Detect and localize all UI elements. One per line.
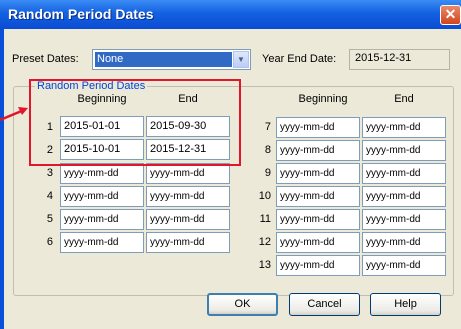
end-date-field[interactable]: yyyy-mm-dd xyxy=(362,255,446,276)
beginning-date-field[interactable]: yyyy-mm-dd xyxy=(276,117,360,138)
beginning-date-field[interactable]: yyyy-mm-dd xyxy=(276,255,360,276)
row-number: 5 xyxy=(46,213,53,225)
end-date-field[interactable]: yyyy-mm-dd xyxy=(362,232,446,253)
end-date-field[interactable]: yyyy-mm-dd xyxy=(146,186,230,207)
chevron-down-icon[interactable]: ▼ xyxy=(233,51,249,68)
annotation-highlight-box xyxy=(29,79,241,166)
close-button[interactable]: ✕ xyxy=(440,5,461,25)
year-end-label: Year End Date: xyxy=(262,53,337,65)
preset-dates-value: None xyxy=(95,52,232,67)
end-date-field[interactable]: yyyy-mm-dd xyxy=(362,140,446,161)
end-date-field[interactable]: yyyy-mm-dd xyxy=(362,163,446,184)
row-number: 11 xyxy=(259,213,271,225)
dialog-body: Preset Dates: None ▼ Year End Date: 2015… xyxy=(4,29,461,329)
annotation-arrow-icon xyxy=(0,107,28,122)
end-date-field[interactable]: yyyy-mm-dd xyxy=(362,117,446,138)
row-number: 10 xyxy=(258,190,271,202)
row-number: 13 xyxy=(258,259,271,271)
preset-dates-label: Preset Dates: xyxy=(12,53,79,65)
row-number: 7 xyxy=(264,121,271,133)
beginning-date-field[interactable]: yyyy-mm-dd xyxy=(276,232,360,253)
end-date-field[interactable]: yyyy-mm-dd xyxy=(146,209,230,230)
row-number: 3 xyxy=(46,167,53,179)
row-number: 4 xyxy=(46,190,53,202)
row-number: 9 xyxy=(264,167,271,179)
right-beginning-header: Beginning xyxy=(298,93,348,105)
title-bar[interactable]: Random Period Dates ✕ xyxy=(0,0,461,29)
beginning-date-field[interactable]: yyyy-mm-dd xyxy=(60,209,144,230)
beginning-date-field[interactable]: yyyy-mm-dd xyxy=(276,186,360,207)
dialog-window: Random Period Dates ✕ Preset Dates: None… xyxy=(0,0,461,329)
help-button[interactable]: Help xyxy=(370,293,441,316)
end-date-field[interactable]: yyyy-mm-dd xyxy=(362,209,446,230)
window-title: Random Period Dates xyxy=(8,6,154,22)
cancel-button[interactable]: Cancel xyxy=(289,293,360,316)
beginning-date-field[interactable]: yyyy-mm-dd xyxy=(60,232,144,253)
beginning-date-field[interactable]: yyyy-mm-dd xyxy=(276,209,360,230)
ok-button[interactable]: OK xyxy=(207,293,278,316)
close-icon: ✕ xyxy=(444,6,457,22)
year-end-field: 2015-12-31 xyxy=(349,49,450,70)
row-number: 6 xyxy=(46,236,53,248)
end-date-field[interactable]: yyyy-mm-dd xyxy=(362,186,446,207)
row-number: 8 xyxy=(264,144,271,156)
right-end-header: End xyxy=(394,93,414,105)
end-date-field[interactable]: yyyy-mm-dd xyxy=(146,163,230,184)
beginning-date-field[interactable]: yyyy-mm-dd xyxy=(60,186,144,207)
end-date-field[interactable]: yyyy-mm-dd xyxy=(146,232,230,253)
preset-dates-select[interactable]: None ▼ xyxy=(92,49,251,70)
beginning-date-field[interactable]: yyyy-mm-dd xyxy=(276,140,360,161)
beginning-date-field[interactable]: yyyy-mm-dd xyxy=(60,163,144,184)
beginning-date-field[interactable]: yyyy-mm-dd xyxy=(276,163,360,184)
row-number: 12 xyxy=(258,236,271,248)
